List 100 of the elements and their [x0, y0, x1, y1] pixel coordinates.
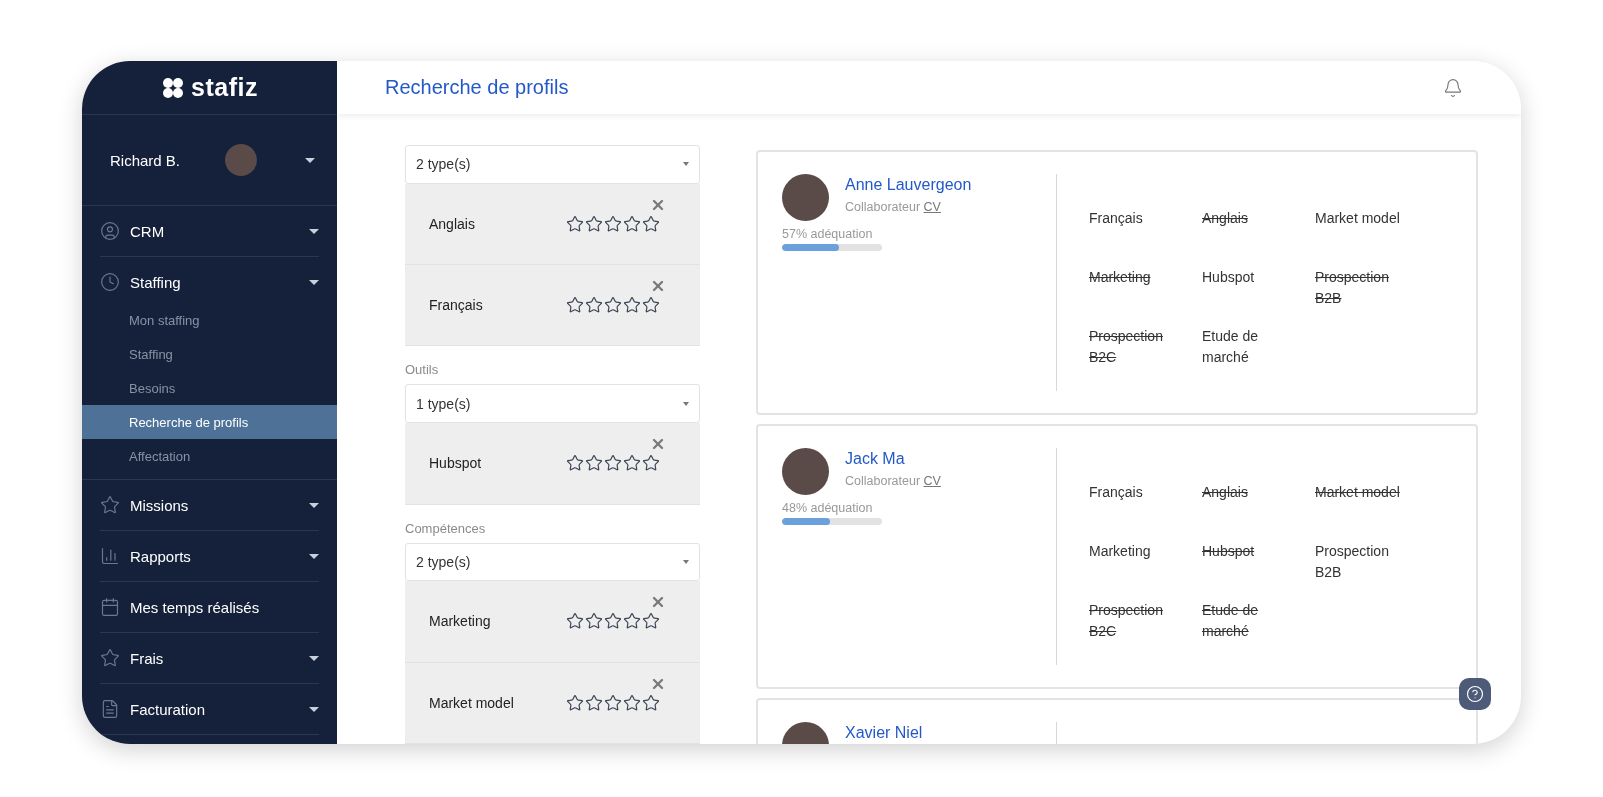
star-icon [604, 454, 622, 473]
filter-name: Marketing [429, 613, 492, 630]
star-icon [642, 454, 660, 473]
caret-icon [305, 157, 315, 163]
clock-icon [100, 272, 120, 292]
star-icon [100, 495, 120, 515]
cv-link[interactable]: CV [923, 200, 941, 214]
star-icon [585, 612, 603, 631]
caret-icon [309, 279, 319, 285]
caret-icon [683, 162, 689, 167]
help-button[interactable] [1459, 678, 1491, 710]
cv-link[interactable]: CV [923, 474, 941, 488]
user-name: Richard B. [110, 151, 182, 169]
star-icon [623, 296, 641, 315]
star-icon [623, 214, 641, 233]
nav-subitem[interactable]: Staffing [82, 337, 337, 371]
nav-subitem[interactable]: Besoins [82, 371, 337, 405]
skill-name: Français [1089, 483, 1144, 502]
star-icon [642, 693, 660, 712]
filter-name: Anglais [429, 215, 476, 232]
caret-icon [309, 553, 319, 559]
star-icon [585, 693, 603, 712]
star-icon [604, 612, 622, 631]
filter-name: Market model [429, 694, 515, 711]
star-rating[interactable] [566, 214, 660, 233]
filter-name: Français [429, 297, 484, 314]
logo-icon [161, 75, 186, 100]
user-menu[interactable]: Richard B. [82, 115, 337, 206]
avatar [782, 448, 829, 495]
nav-item[interactable]: Facturation [100, 684, 319, 735]
skill-name: Hubspot [1202, 542, 1256, 561]
avatar [225, 144, 257, 176]
star-rating[interactable] [566, 693, 660, 712]
star-icon [100, 648, 120, 668]
profile-name[interactable]: Jack Ma [845, 450, 941, 468]
calendar-icon [100, 597, 120, 617]
nav-item[interactable]: Mes temps réalisés [100, 582, 319, 633]
type-select[interactable]: 2 type(s) [405, 145, 700, 184]
star-icon [604, 296, 622, 315]
star-rating[interactable] [566, 296, 660, 315]
help-icon [1466, 685, 1484, 703]
caret-icon [309, 706, 319, 712]
page-title: Recherche de profils [385, 76, 569, 99]
star-icon [604, 214, 622, 233]
star-rating[interactable] [566, 454, 660, 473]
caret-icon [309, 228, 319, 234]
star-icon [642, 296, 660, 315]
skill-name: Français [1089, 209, 1144, 228]
star-icon [566, 454, 584, 473]
nav-subitem[interactable]: Affectation [82, 439, 337, 473]
nav-item[interactable]: Rapports [100, 531, 319, 582]
profile-name[interactable]: Anne Lauvergeon [845, 176, 972, 194]
star-icon [623, 454, 641, 473]
skill-name: Anglais [1202, 209, 1249, 228]
notification-bell-icon[interactable] [1443, 77, 1463, 98]
skill-name: Prospection B2B [1315, 542, 1390, 582]
star-icon [623, 612, 641, 631]
filter-label: Outils [405, 362, 440, 378]
star-icon [566, 214, 584, 233]
nav-item[interactable]: CRM [100, 206, 319, 257]
skill-name: Anglais [1202, 483, 1249, 502]
star-icon [642, 214, 660, 233]
filter-name: Hubspot [429, 455, 483, 472]
skill-name: Prospection B2C [1089, 601, 1164, 641]
star-icon [585, 214, 603, 233]
skill-name: Etude de marché [1202, 601, 1260, 641]
star-icon [566, 296, 584, 315]
match-score: 57% adéquation [782, 227, 874, 241]
user-circle-icon [100, 221, 120, 241]
caret-icon [683, 401, 689, 406]
profile-role: Collaborateur CV [845, 474, 941, 488]
filter-label: Compétences [405, 520, 487, 536]
bar-chart-icon [100, 546, 120, 566]
caret-icon [309, 655, 319, 661]
skill-name: Marketing [1089, 542, 1152, 561]
star-icon [623, 693, 641, 712]
star-icon [585, 296, 603, 315]
skill-name: Hubspot [1202, 268, 1256, 287]
nav-item[interactable]: Missions [100, 480, 319, 531]
caret-icon [309, 502, 319, 508]
star-icon [585, 454, 603, 473]
skill-name: Marketing [1089, 268, 1152, 287]
match-score: 48% adéquation [782, 501, 874, 515]
brand-logo: stafiz [191, 73, 258, 102]
star-rating[interactable] [566, 612, 660, 631]
document-icon [100, 699, 120, 719]
skill-name: Market model [1315, 209, 1401, 228]
star-icon [566, 612, 584, 631]
skill-name: Etude de marché [1202, 327, 1260, 367]
nav-item[interactable]: Frais [100, 633, 319, 684]
star-icon [642, 612, 660, 631]
skill-name: Market model [1315, 483, 1401, 502]
avatar [782, 174, 829, 221]
skill-name: Prospection B2C [1089, 327, 1164, 367]
skill-name: Prospection B2B [1315, 268, 1390, 308]
star-icon [566, 693, 584, 712]
profile-name[interactable]: Xavier Niel [845, 724, 923, 742]
profile-role: Collaborateur CV [845, 200, 942, 214]
caret-icon [683, 559, 689, 564]
nav-subitem[interactable]: Recherche de profils [82, 405, 337, 439]
